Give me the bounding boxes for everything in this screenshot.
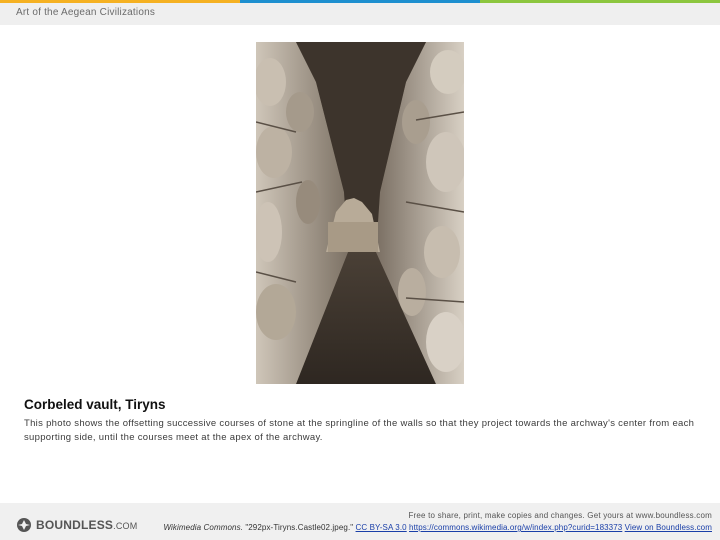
source-url-link[interactable]: https://commons.wikimedia.org/w/index.ph… bbox=[409, 523, 622, 532]
boundless-logo[interactable]: BOUNDLESS.COM bbox=[16, 517, 137, 533]
stone-corridor-photo bbox=[256, 42, 464, 384]
logo-text: BOUNDLESS.COM bbox=[36, 518, 137, 532]
attribution-file: "292px-Tiryns.Castle02.jpeg." bbox=[243, 523, 356, 532]
figure-description: This photo shows the offsetting successi… bbox=[24, 418, 695, 443]
slide-header: Art of the Aegean Civilizations bbox=[0, 3, 720, 25]
attribution-source: Wikimedia Commons. bbox=[163, 523, 243, 532]
figure-title: Corbeled vault, Tiryns bbox=[24, 397, 166, 412]
logo-suffix: .COM bbox=[113, 521, 138, 531]
license-notice: Free to share, print, make copies and ch… bbox=[408, 511, 712, 520]
footer-bar: BOUNDLESS.COM Free to share, print, make… bbox=[0, 503, 720, 540]
corbeled-vault-photo bbox=[256, 42, 464, 384]
boundless-logo-icon bbox=[17, 518, 31, 532]
slide-title: Art of the Aegean Civilizations bbox=[16, 7, 156, 18]
license-link[interactable]: CC BY-SA 3.0 bbox=[356, 523, 407, 532]
attribution-line: Wikimedia Commons. "292px-Tiryns.Castle0… bbox=[163, 523, 712, 532]
view-on-boundless-link[interactable]: View on Boundless.com bbox=[625, 523, 712, 532]
logo-name: BOUNDLESS bbox=[36, 518, 114, 532]
